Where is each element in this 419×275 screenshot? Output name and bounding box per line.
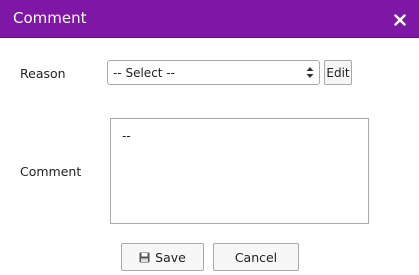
comment-label: Comment xyxy=(20,164,82,179)
comment-textarea[interactable]: -- xyxy=(110,118,369,224)
reason-label: Reason xyxy=(20,66,66,81)
cancel-button[interactable]: Cancel xyxy=(213,243,299,271)
save-button[interactable]: Save xyxy=(121,243,204,271)
comment-dialog: Comment Reason -- Select -- Edit Comment… xyxy=(0,0,419,275)
updown-arrows-icon xyxy=(306,66,314,82)
edit-reason-button[interactable]: Edit xyxy=(324,60,352,85)
dialog-title: Comment xyxy=(13,9,87,27)
save-button-label: Save xyxy=(155,249,186,265)
reason-select-value: -- Select -- xyxy=(113,66,175,80)
dialog-titlebar: Comment xyxy=(0,0,419,38)
cancel-button-label: Cancel xyxy=(234,249,278,265)
floppy-disk-icon xyxy=(139,252,150,263)
edit-button-label: Edit xyxy=(326,65,350,80)
reason-select[interactable]: -- Select -- xyxy=(107,60,320,85)
comment-text: -- xyxy=(122,129,131,143)
close-icon[interactable] xyxy=(391,11,409,29)
